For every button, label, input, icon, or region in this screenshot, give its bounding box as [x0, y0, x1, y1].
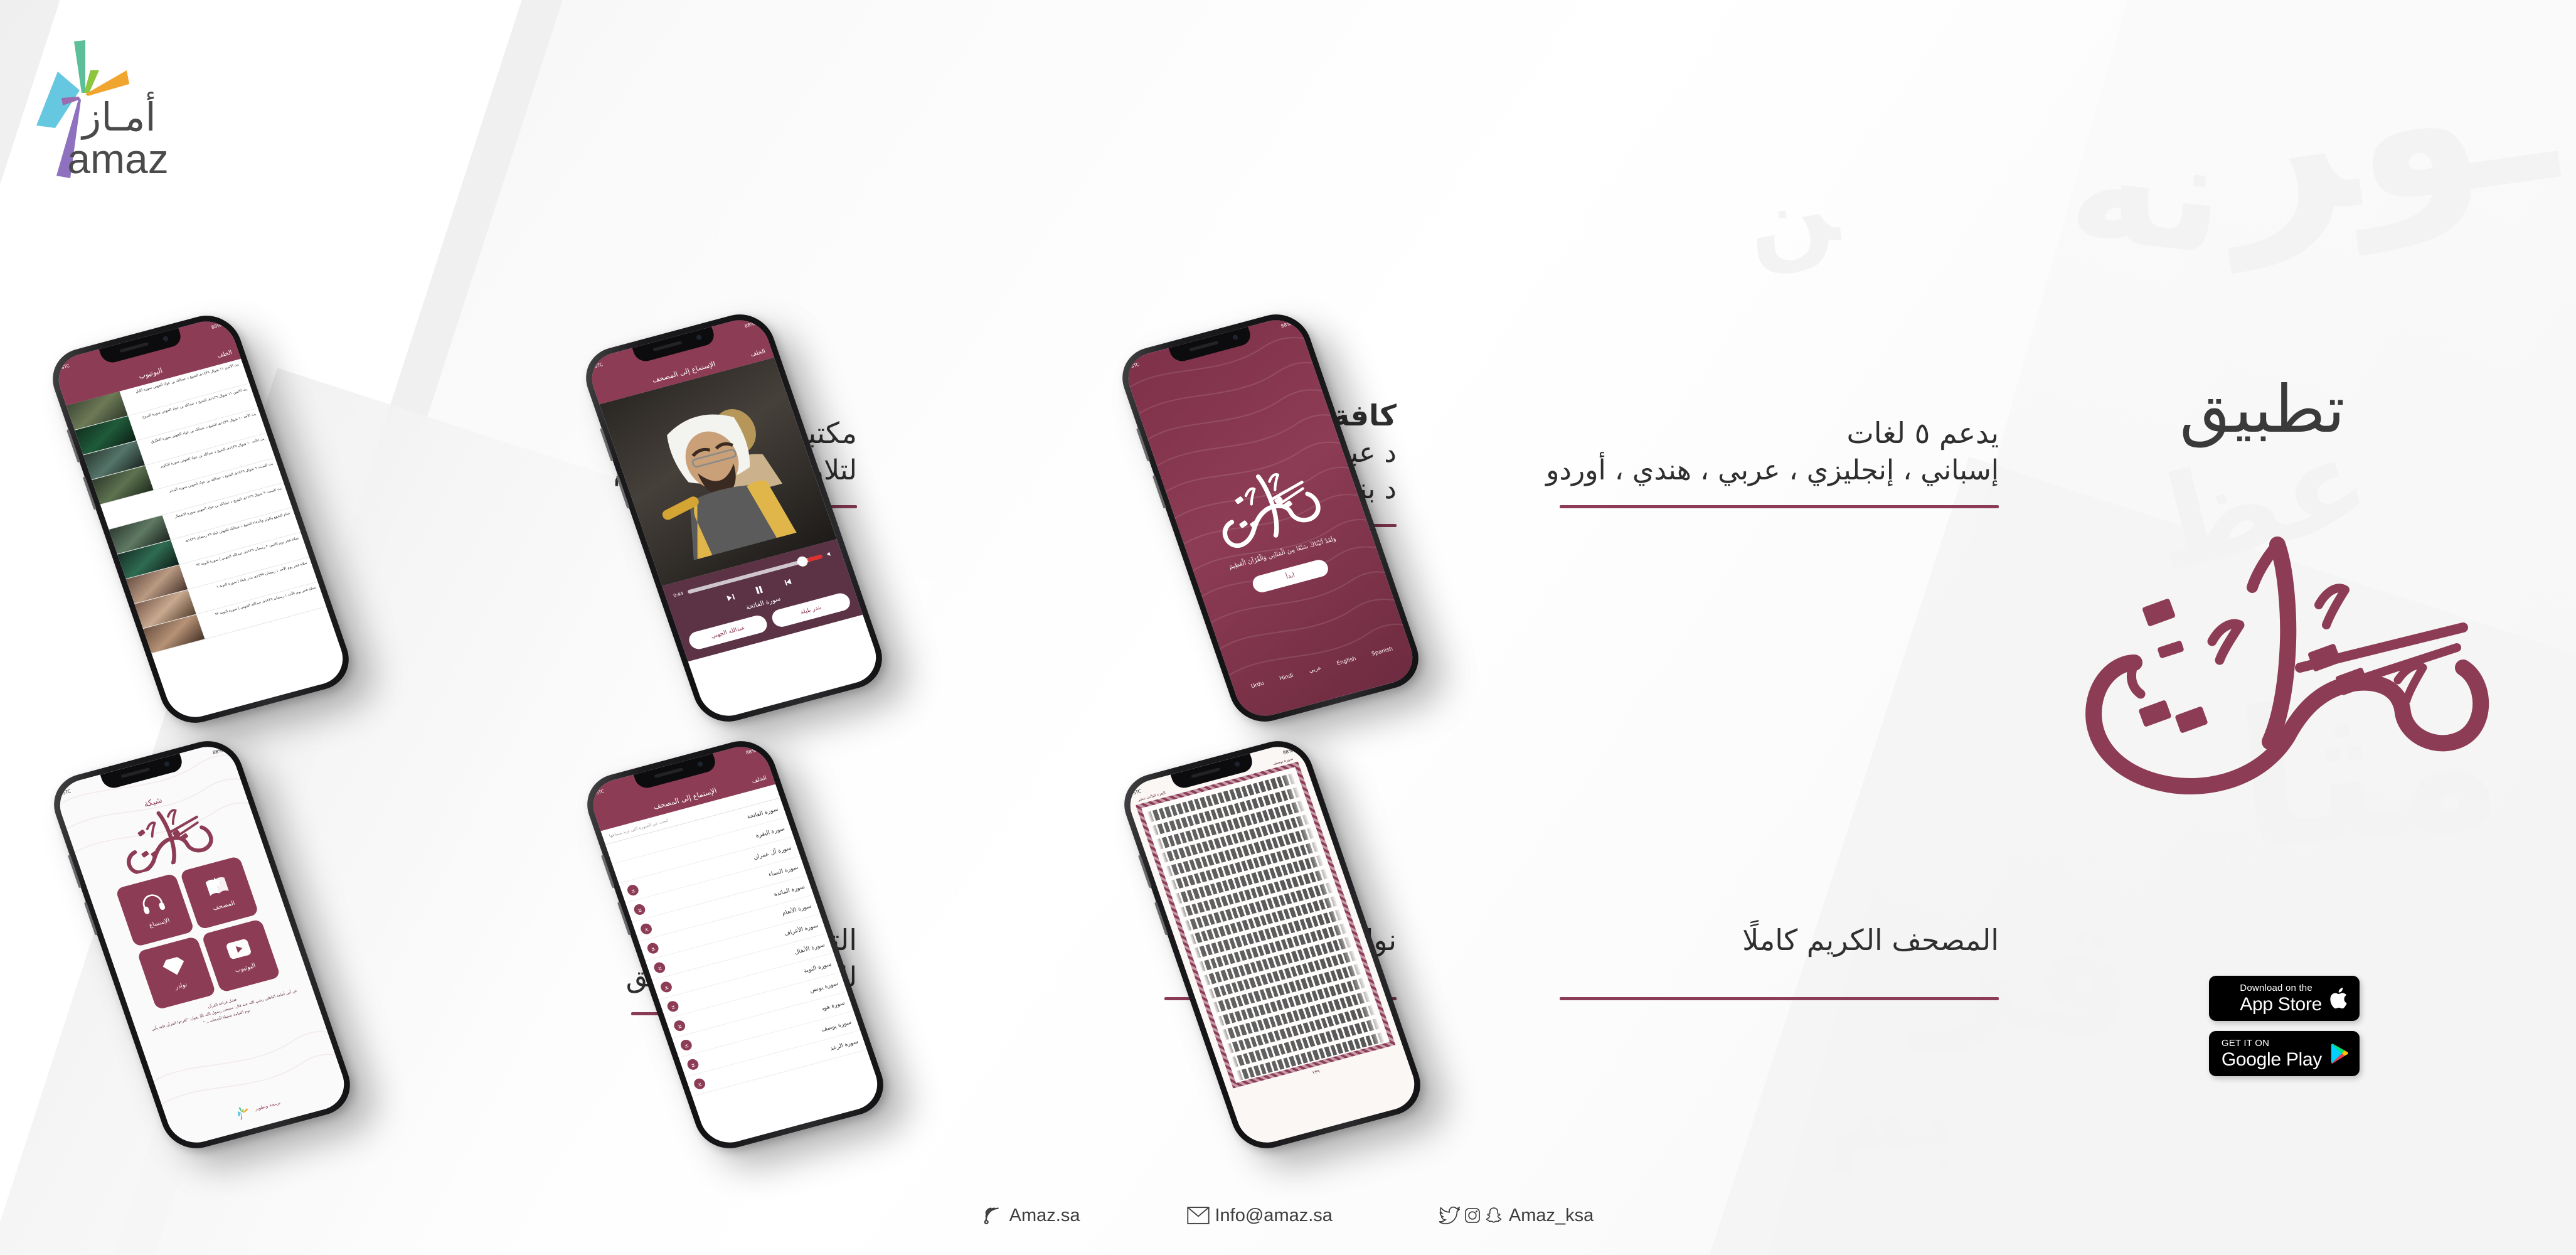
- apple-icon: [2329, 986, 2351, 1011]
- surah-name: سورة الأعراف: [783, 922, 819, 937]
- battery-label: 88%: [211, 748, 223, 756]
- carrier-label: STC: [593, 361, 604, 370]
- download-icon[interactable]: [686, 1057, 700, 1071]
- reciter-figure: [662, 409, 797, 560]
- page-title: تطبيق: [2179, 371, 2345, 447]
- carrier-label: STC: [595, 788, 605, 796]
- next-button[interactable]: [724, 592, 737, 606]
- store-badges: Download on the App Store GET IT ON Goog…: [2209, 976, 2360, 1076]
- battery-label: 88%: [210, 323, 222, 330]
- carrier-label: STC: [61, 788, 72, 796]
- feature-five-languages: يدعم ٥ لغات إسباني ، إنجليزي ، عربي ، هن…: [1546, 414, 1999, 508]
- app-store-small-label: Download on the: [2240, 982, 2313, 993]
- google-play-button[interactable]: GET IT ON Google Play: [2209, 1031, 2360, 1076]
- battery-label: 88%: [743, 321, 755, 329]
- google-play-icon: [2329, 1042, 2351, 1065]
- calligraphy-watermark: ﻳﻢ: [1826, 1040, 1966, 1181]
- download-icon[interactable]: [659, 980, 674, 994]
- footer-social-text: Amaz_ksa: [1508, 1205, 1594, 1226]
- carrier-label: STC: [60, 363, 71, 371]
- calligraphy-watermark: ﻦ: [1735, 147, 1846, 279]
- feature-sub-text: إسباني ، إنجليزي ، عربي ، هندي ، أوردو: [1546, 454, 1999, 486]
- download-icon[interactable]: [666, 1000, 680, 1013]
- back-button[interactable]: الخلف: [751, 775, 767, 785]
- footer-website-text: Amaz.sa: [1009, 1205, 1080, 1226]
- footer-email[interactable]: Info@amaz.sa: [1186, 1205, 1333, 1226]
- twitter-instagram-snapchat-icons: [1439, 1206, 1503, 1225]
- download-icon[interactable]: [692, 1077, 707, 1091]
- surah-name: سورة هود: [820, 1000, 846, 1012]
- elapsed-time: 0:44: [673, 590, 684, 599]
- footer-email-text: Info@amaz.sa: [1215, 1205, 1333, 1226]
- surah-name: سورة الفاتحة: [746, 806, 779, 821]
- download-icon[interactable]: [679, 1039, 694, 1052]
- surah-name: سورة الرعد: [829, 1038, 860, 1052]
- download-icon[interactable]: [673, 1019, 687, 1033]
- battery-label: 88%: [1282, 748, 1294, 756]
- volume-icon[interactable]: [824, 547, 835, 560]
- tile-label: اليوتيوب: [233, 961, 257, 974]
- contact-footer: Amaz.sa Info@amaz.sa Amaz_ksa: [0, 1205, 2576, 1226]
- feature-main-text: المصحف الكريم كاملًا: [1742, 923, 1999, 957]
- instagram-icon: [1465, 1208, 1480, 1223]
- back-button[interactable]: الخلف: [750, 348, 766, 358]
- surah-name: سورة المائدة: [773, 883, 806, 898]
- svg-text:أمـاز: أمـاز: [80, 92, 156, 140]
- app-store-button[interactable]: Download on the App Store: [2209, 976, 2360, 1021]
- download-icon[interactable]: [646, 941, 660, 955]
- feature-accent-rule: [1560, 505, 1999, 508]
- google-play-small-label: GET IT ON: [2221, 1037, 2270, 1049]
- calligraphy-watermark: ـﻮﺮ: [2206, 0, 2567, 271]
- carrier-label: STC: [1132, 788, 1142, 796]
- play-icon: [225, 937, 253, 963]
- twitter-icon: [1439, 1206, 1461, 1224]
- surah-name: سورة البقرة: [755, 825, 786, 840]
- download-icon[interactable]: [625, 884, 641, 897]
- calligraphy-watermark: ﻧﻪ: [2062, 92, 2234, 291]
- surah-name: سورة يونس: [809, 980, 839, 994]
- surah-name: سورة الأنفال: [794, 941, 826, 956]
- footer-social[interactable]: Amaz_ksa: [1439, 1205, 1594, 1226]
- app-store-big-label: App Store: [2240, 993, 2322, 1015]
- surah-name: سورة الأنعام: [781, 902, 812, 917]
- developer-label: برمجة وتطوير: [254, 1100, 282, 1112]
- pause-button[interactable]: [752, 584, 767, 599]
- feature-main-text: يدعم ٥ لغات: [1846, 416, 1999, 450]
- amaz-logo[interactable]: أمـاز amaz: [31, 14, 194, 202]
- tile-label: المصحف: [211, 899, 236, 912]
- surah-name: سورة النساء: [767, 864, 799, 878]
- previous-button[interactable]: [781, 577, 794, 590]
- feature-full-mushaf: المصحف الكريم كاملًا: [1560, 921, 1999, 1000]
- headphones-icon: [138, 891, 168, 917]
- open-book-icon: [203, 874, 232, 900]
- surah-name: سورة التوبة: [802, 961, 833, 975]
- tile-label: نوادر: [174, 981, 188, 991]
- svg-text:amaz: amaz: [67, 136, 168, 182]
- download-icon[interactable]: [652, 961, 667, 975]
- logo-wordmark: أمـاز amaz: [67, 92, 168, 182]
- back-button[interactable]: الخلف: [216, 350, 233, 360]
- footer-website[interactable]: Amaz.sa: [982, 1205, 1080, 1226]
- download-icon[interactable]: [632, 903, 647, 916]
- hero-title-block: تطبيق: [2018, 376, 2507, 831]
- tile-label: الإستماع: [147, 916, 171, 929]
- feature-accent-rule: [1560, 996, 1999, 1000]
- promo-canvas: ـﻮﺮ ﻧﻪ ﻣﺜﺎ ﻗﺮ ﻋﻈ ﻳﻢ ﻦ أمـاز amaz تطبيق D…: [0, 0, 2576, 1255]
- carrier-label: STC: [1130, 361, 1141, 370]
- snapchat-icon: [1486, 1207, 1502, 1223]
- rss-icon: [982, 1205, 1004, 1226]
- diamond-icon: [161, 954, 189, 981]
- surah-name: سورة آل عمران: [752, 845, 792, 861]
- download-icon[interactable]: [639, 922, 654, 936]
- mathani-calligraphy: [2018, 479, 2507, 831]
- surah-name: سورة يوسف: [820, 1018, 853, 1033]
- google-play-big-label: Google Play: [2221, 1049, 2322, 1070]
- envelope-icon: [1186, 1206, 1210, 1225]
- battery-label: 88%: [745, 748, 757, 756]
- battery-label: 88%: [1280, 321, 1292, 329]
- app-bar-title: اليوتيوب: [137, 366, 164, 381]
